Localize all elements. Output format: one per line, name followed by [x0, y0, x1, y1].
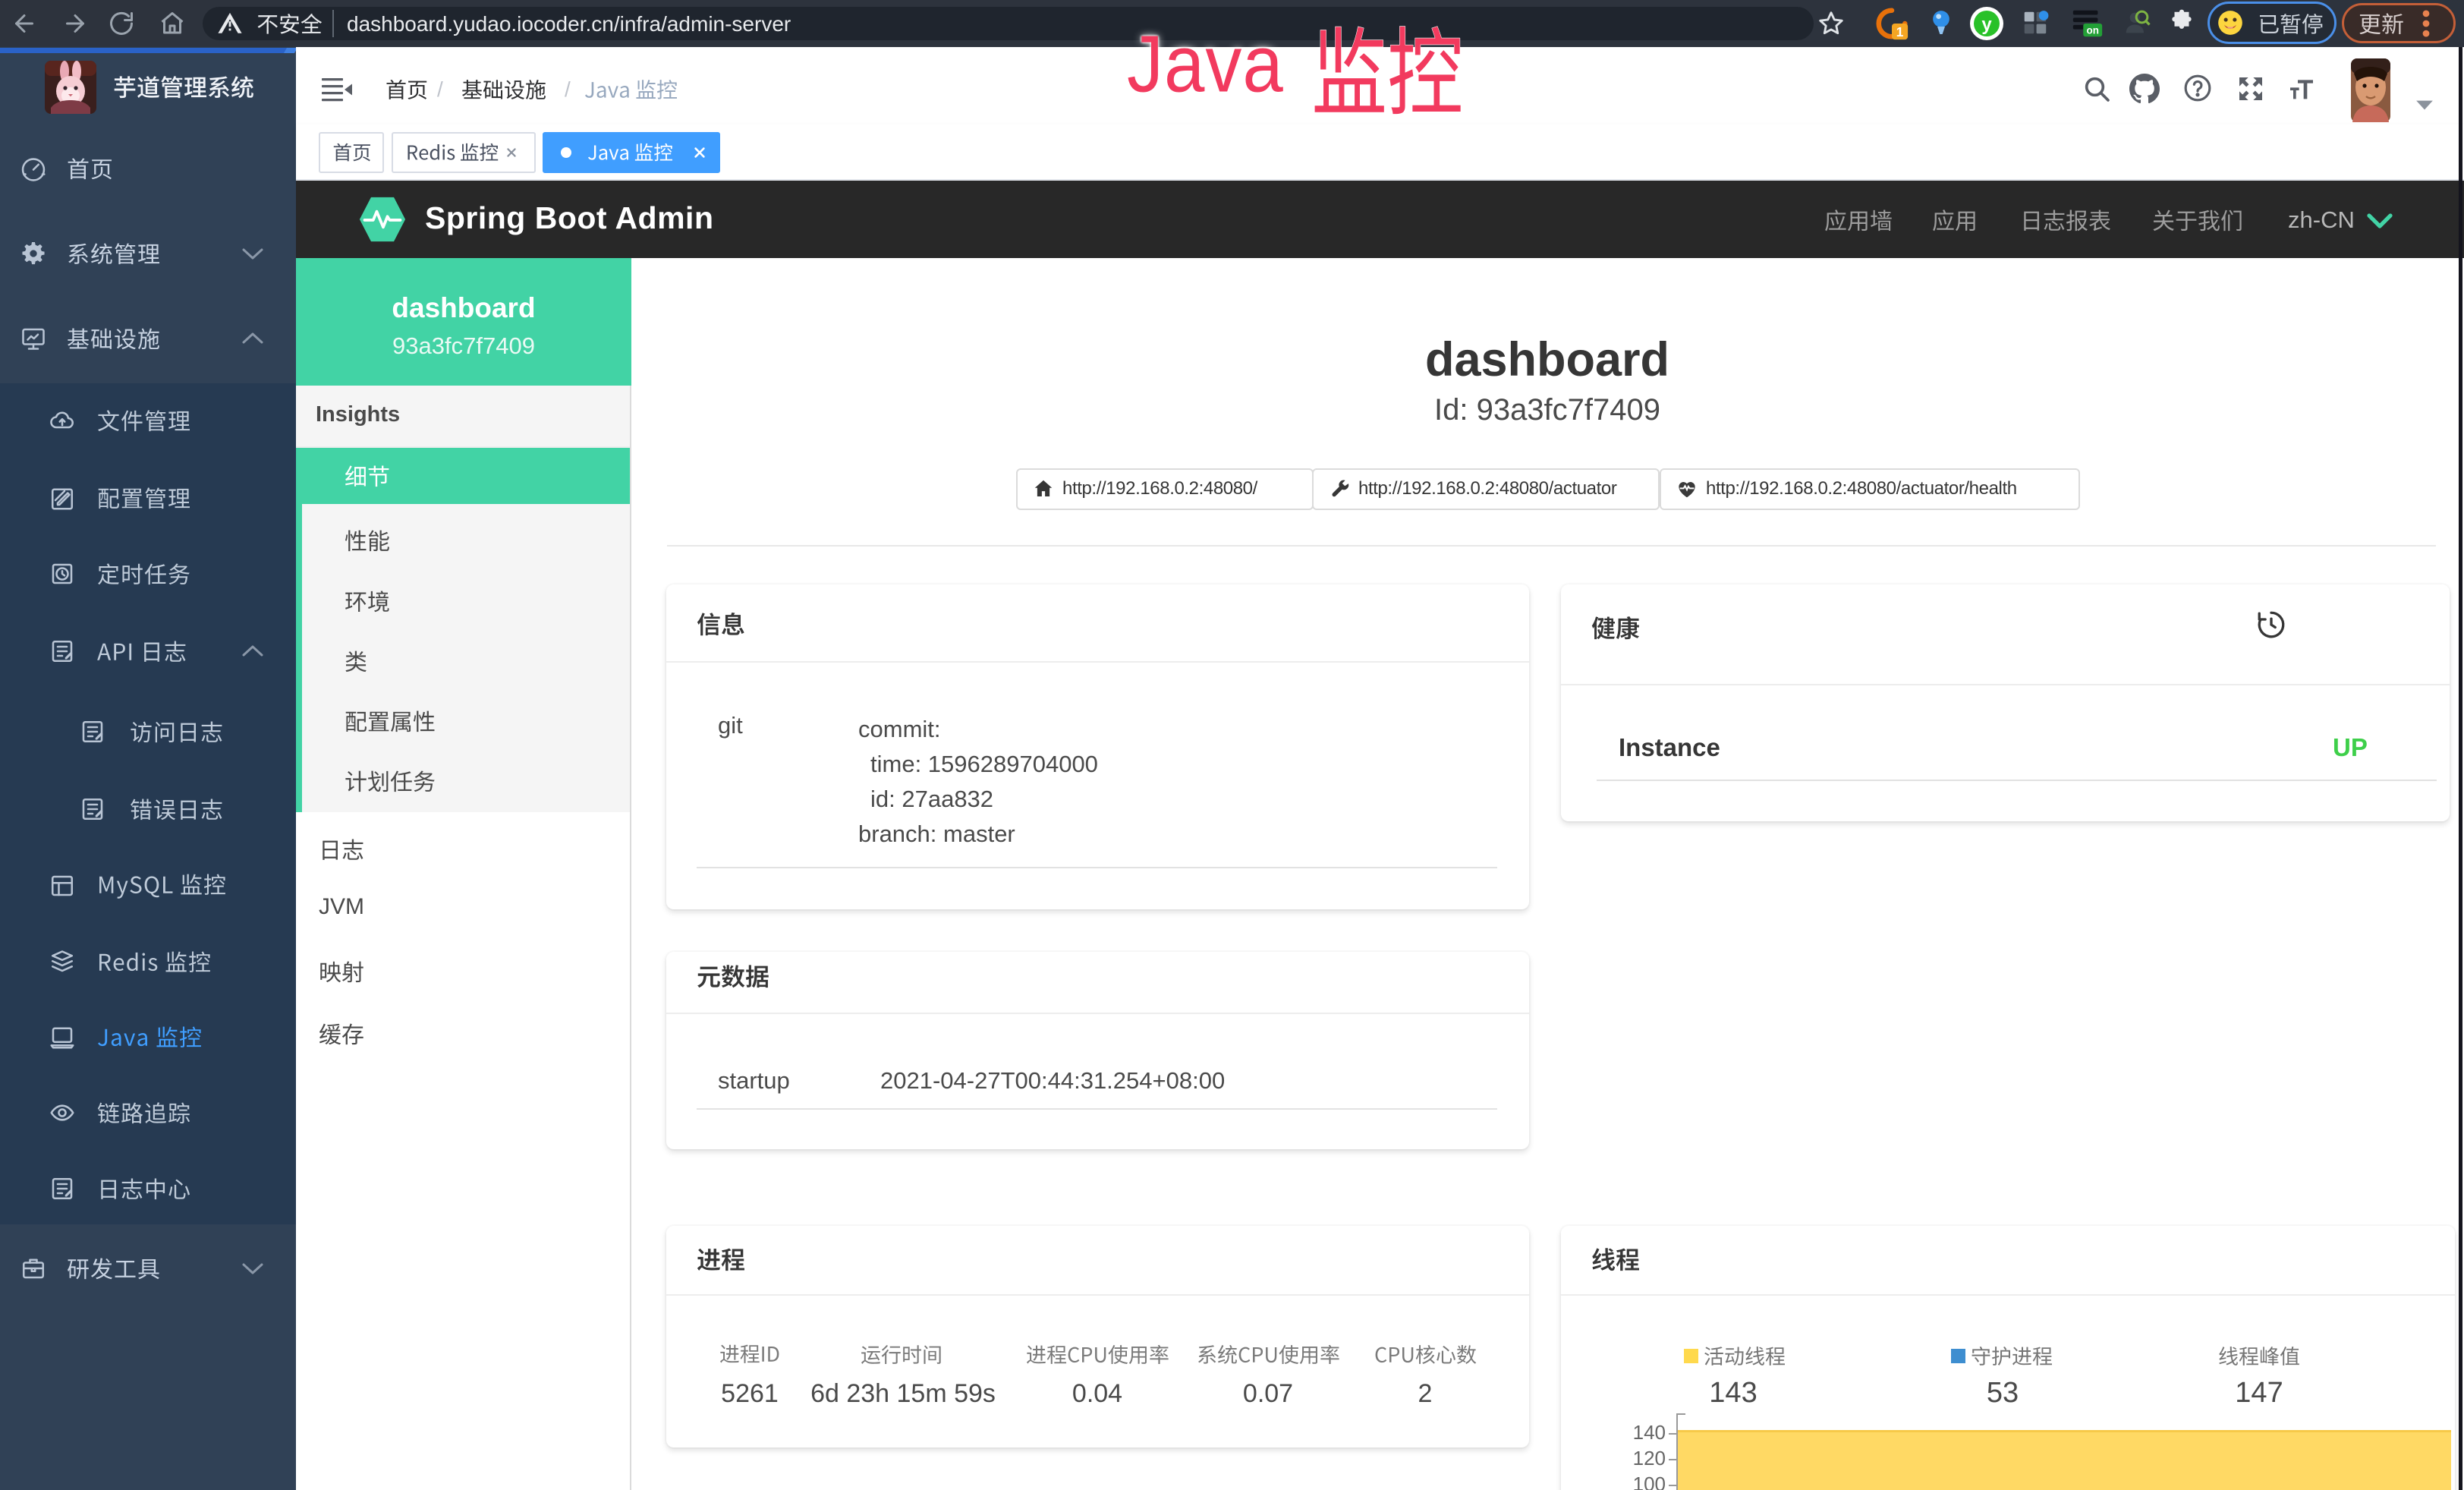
svg-text:1: 1	[1896, 24, 1904, 39]
svg-text:y: y	[1981, 14, 1992, 35]
svg-text:on: on	[2087, 24, 2099, 36]
